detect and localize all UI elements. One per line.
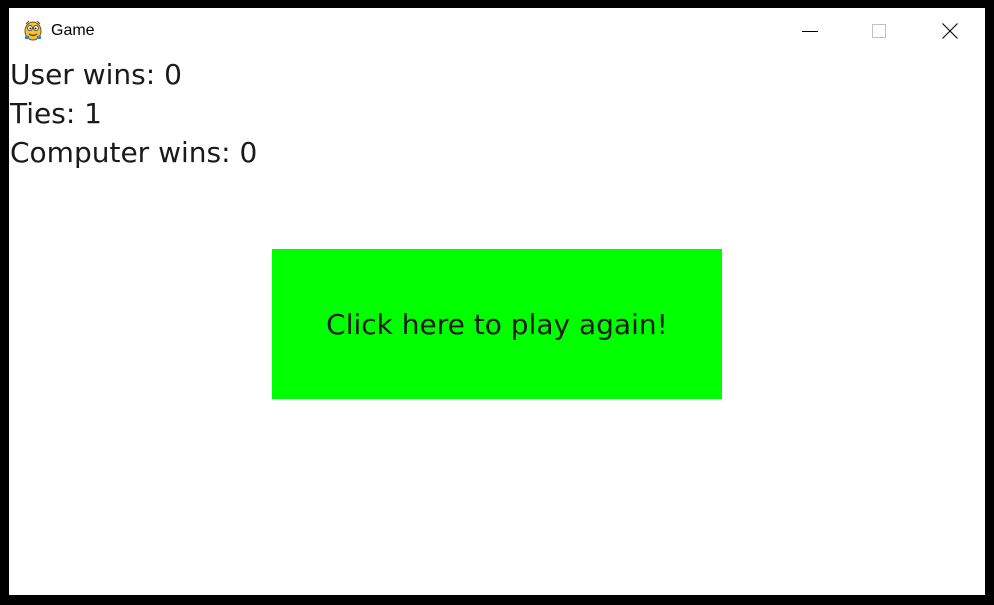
- minimize-icon: [802, 23, 818, 39]
- game-window: Game User wins: 0 Ties: 1 Computer wins:…: [9, 8, 985, 595]
- play-again-label: Click here to play again!: [326, 307, 668, 341]
- minimize-button[interactable]: [787, 8, 833, 54]
- play-again-button[interactable]: Click here to play again!: [272, 249, 722, 399]
- user-wins-label: User wins: 0: [10, 58, 182, 91]
- maximize-button[interactable]: [856, 8, 902, 54]
- title-bar[interactable]: Game: [9, 8, 985, 54]
- computer-wins-label: Computer wins: 0: [10, 136, 258, 169]
- maximize-icon: [871, 23, 887, 39]
- close-icon: [942, 23, 958, 39]
- close-button[interactable]: [927, 8, 973, 54]
- ties-label: Ties: 1: [10, 97, 102, 130]
- game-canvas[interactable]: User wins: 0 Ties: 1 Computer wins: 0 Cl…: [9, 54, 985, 595]
- window-title: Game: [51, 22, 95, 39]
- pygame-snake-icon: [23, 19, 43, 41]
